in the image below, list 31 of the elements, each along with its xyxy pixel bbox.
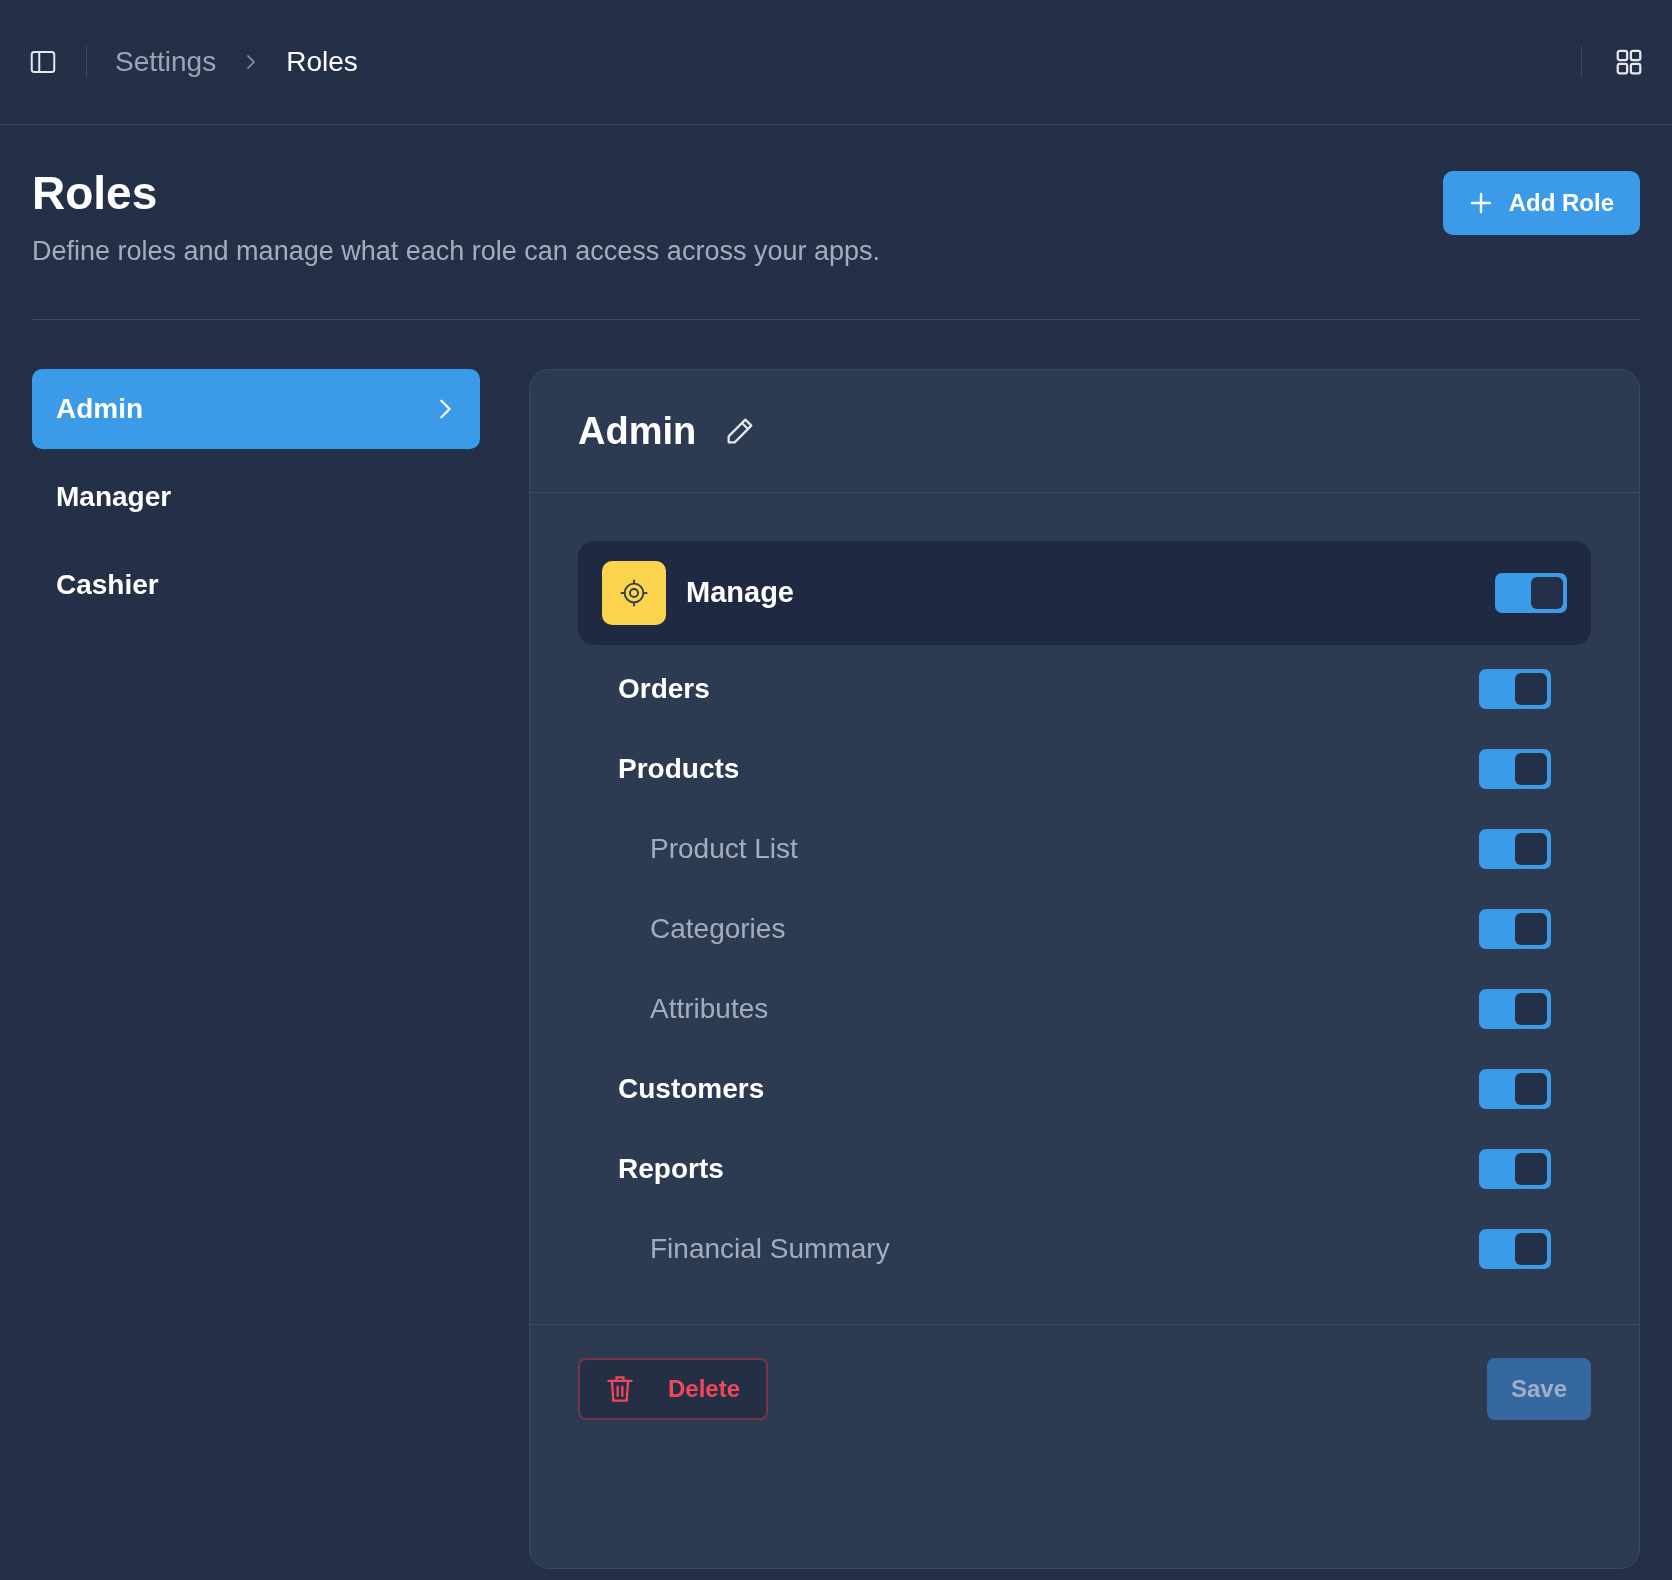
- grid-icon[interactable]: [1614, 47, 1644, 77]
- toggle-switch[interactable]: [1479, 909, 1551, 949]
- toggle-switch[interactable]: [1479, 829, 1551, 869]
- page-title: Roles: [32, 166, 159, 221]
- toggle-switch[interactable]: [1479, 749, 1551, 789]
- add-role-button[interactable]: Add Role: [1442, 171, 1640, 235]
- delete-button[interactable]: Delete: [578, 1358, 769, 1420]
- page-subtitle: Define roles and manage what each role can access across your apps.: [32, 234, 880, 268]
- breadcrumb-link[interactable]: Roles: [286, 41, 358, 83]
- role-name: Admin: [578, 408, 697, 454]
- permission-label: Categories: [649, 912, 786, 946]
- role-item[interactable]: Admin: [32, 369, 480, 449]
- toggle-switch[interactable]: [1479, 989, 1551, 1029]
- plus-icon: [1468, 191, 1493, 215]
- permission-label: Financial Summary: [649, 1232, 890, 1266]
- toggle-switch[interactable]: [1479, 1149, 1551, 1189]
- permission-label: Products: [617, 752, 740, 786]
- permission-label: Attributes: [649, 992, 769, 1026]
- role-item[interactable]: Manager: [32, 457, 480, 537]
- toggle-switch[interactable]: [1479, 669, 1551, 709]
- permission-label: Product List: [649, 832, 798, 866]
- permission-label: Customers: [617, 1072, 765, 1106]
- toggle-switch[interactable]: [1495, 573, 1567, 613]
- permission-label: Reports: [617, 1152, 724, 1186]
- toggle-switch[interactable]: [1479, 1229, 1551, 1269]
- toggle-switch[interactable]: [1479, 1069, 1551, 1109]
- role-item[interactable]: Cashier: [32, 545, 480, 625]
- trash-icon: [606, 1374, 634, 1404]
- permission-label: Orders: [617, 672, 710, 706]
- app-name: Manage: [686, 575, 795, 611]
- breadcrumb-link[interactable]: Settings: [115, 41, 217, 83]
